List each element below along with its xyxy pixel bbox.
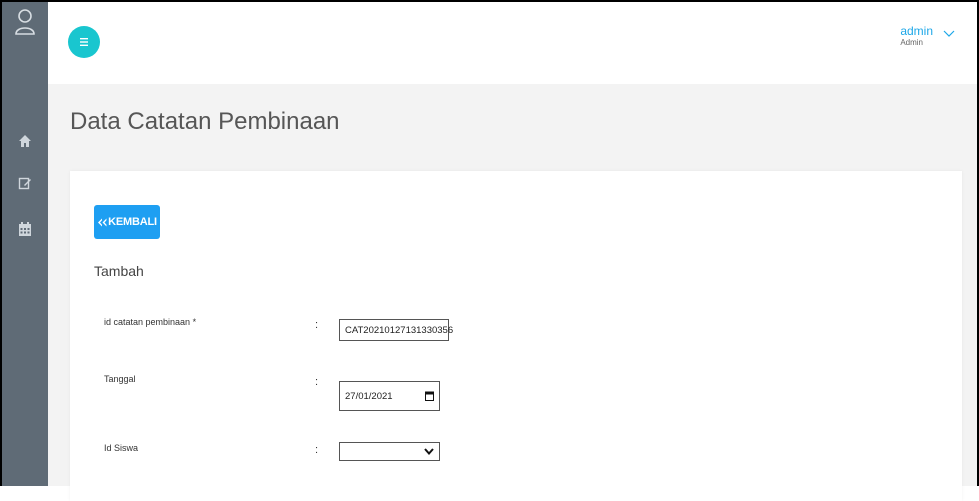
id-siswa-select[interactable]: [339, 442, 440, 461]
top-header: admin Admin: [48, 2, 977, 84]
edit-icon[interactable]: [2, 176, 48, 195]
section-title: Tambah: [94, 263, 144, 279]
back-button-label: KEMBALI: [108, 216, 157, 228]
double-chevron-left-icon: [98, 218, 107, 226]
field-separator: :: [315, 444, 319, 456]
field-label-tanggal: Tanggal: [104, 374, 136, 384]
select-arrow-icon: [424, 448, 434, 455]
menu-icon: [80, 38, 88, 46]
field-label-id-catatan: id catatan pembinaan *: [104, 317, 197, 327]
user-name: admin: [900, 24, 933, 38]
user-menu[interactable]: admin Admin: [900, 25, 955, 48]
id-catatan-input[interactable]: CAT20210127131330356: [339, 319, 453, 341]
calendar-icon[interactable]: [2, 222, 48, 242]
page-title: Data Catatan Pembinaan: [70, 108, 340, 135]
field-separator: :: [315, 376, 319, 388]
field-separator: :: [315, 319, 319, 331]
user-icon[interactable]: [2, 8, 48, 41]
id-catatan-value: CAT20210127131330356: [345, 324, 454, 336]
chevron-down-icon[interactable]: [943, 30, 955, 38]
home-icon[interactable]: [2, 134, 48, 153]
sidebar: [2, 2, 48, 486]
field-label-id-siswa: Id Siswa: [104, 443, 139, 453]
calendar-picker-icon[interactable]: [425, 391, 434, 401]
user-role: Admin: [900, 38, 923, 47]
menu-toggle-button[interactable]: [68, 26, 100, 58]
back-button[interactable]: KEMBALI: [94, 205, 160, 239]
tanggal-value: 27/01/2021: [345, 390, 393, 402]
tanggal-date-input[interactable]: 27/01/2021: [339, 381, 440, 411]
form-panel: KEMBALI Tambah id catatan pembinaan * : …: [70, 171, 962, 501]
